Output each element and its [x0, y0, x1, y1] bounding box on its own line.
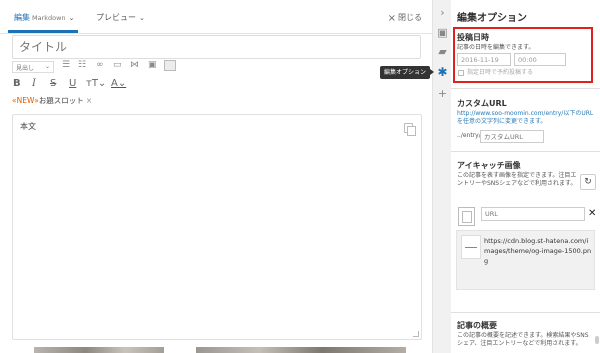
- editor-tabs: 編集 Markdown ⌄ プレビュー ⌄ × 閉じる: [0, 0, 432, 34]
- divider: [451, 151, 600, 152]
- panel-title: 編集オプション: [457, 13, 527, 24]
- custom-url-prefix: ../entry/: [457, 132, 481, 139]
- background-image: [34, 347, 164, 353]
- bold-icon[interactable]: B: [13, 78, 21, 89]
- style-toolbar: B I S U тT⌄ A⌄: [12, 78, 212, 92]
- custom-url-description: http://www.soo-moomin.com/entry/以下のURLを任…: [457, 110, 594, 125]
- option-rail: › ▣ ▰ ✱ +: [432, 0, 451, 353]
- eyecatch-image-card[interactable]: https://cdn.blog.st-hatena.com/images/th…: [456, 230, 595, 290]
- code-icon[interactable]: ▣: [148, 60, 157, 70]
- link-icon[interactable]: ∞: [96, 60, 104, 70]
- numbered-list-icon[interactable]: ☷: [78, 60, 86, 70]
- text-color-icon[interactable]: A⌄: [111, 78, 126, 89]
- scrollbar[interactable]: [595, 336, 599, 344]
- active-tab-indicator: [8, 30, 78, 33]
- tab-edit[interactable]: 編集 Markdown ⌄: [14, 12, 74, 23]
- divider: [451, 88, 600, 89]
- image-icon[interactable]: ▭: [113, 60, 122, 70]
- eyecatch-url-input[interactable]: [481, 207, 585, 221]
- eyecatch-image-url: https://cdn.blog.st-hatena.com/images/th…: [484, 237, 592, 265]
- image-placeholder-icon: [458, 207, 475, 226]
- chevron-right-icon[interactable]: ›: [436, 6, 449, 19]
- summary-description: この記事の概要を記述できます。検索結果やSNSシェア、注目エントリーなどで利用さ…: [457, 332, 589, 347]
- divider: [451, 312, 600, 313]
- gear-icon[interactable]: ✱: [436, 66, 449, 79]
- preview-toggle-icon[interactable]: [164, 60, 176, 71]
- body-textarea[interactable]: 本文: [12, 114, 422, 340]
- keyword-text: お題スロット: [38, 96, 84, 105]
- copy-icon[interactable]: [404, 123, 416, 136]
- chevron-down-icon: ⌄: [139, 14, 145, 22]
- chevron-down-icon: ⌄: [44, 63, 50, 70]
- editor-pane: 編集Markdown⌄ プレビュー⌄ ×閉じる 見出し⌄ ☰ ☷ ∞ ▭ ⋈ ▣…: [0, 0, 432, 353]
- tab-edit-mode: Markdown: [32, 14, 66, 22]
- clear-icon[interactable]: ✕: [588, 208, 596, 219]
- image-thumbnail: [461, 235, 481, 259]
- close-label: 閉じる: [398, 13, 422, 22]
- strikethrough-icon[interactable]: S: [50, 78, 56, 89]
- resize-handle[interactable]: [413, 331, 419, 337]
- close-button[interactable]: × 閉じる: [387, 12, 422, 24]
- custom-url-input[interactable]: [480, 130, 544, 143]
- preview-device-icon[interactable]: ▣: [436, 26, 449, 39]
- title-input[interactable]: [12, 35, 421, 59]
- bullet-list-icon[interactable]: ☰: [62, 60, 70, 70]
- heading-select-value: 見出し: [16, 65, 35, 72]
- eyecatch-description: この記事を表す画像を指定できます。注目エントリーやSNSシェアなどで利用されます…: [457, 172, 577, 187]
- italic-icon[interactable]: I: [32, 78, 36, 89]
- eyecatch-heading: アイキャッチ画像: [457, 161, 521, 170]
- body-placeholder: 本文: [20, 122, 36, 131]
- highlight-box: [453, 27, 593, 83]
- remove-keyword-icon[interactable]: ×: [86, 96, 92, 105]
- tab-preview[interactable]: プレビュー ⌄: [96, 12, 145, 23]
- plus-icon[interactable]: +: [436, 87, 449, 100]
- format-toolbar: 見出し⌄ ☰ ☷ ∞ ▭ ⋈ ▣ ❝: [12, 60, 432, 74]
- folder-icon[interactable]: ▰: [436, 45, 449, 58]
- font-size-icon[interactable]: тT⌄: [86, 78, 106, 89]
- heading-select[interactable]: 見出し ⌄: [12, 61, 54, 73]
- underline-icon[interactable]: U: [69, 78, 76, 89]
- background-image: [196, 347, 406, 353]
- custom-url-heading: カスタムURL: [457, 99, 507, 108]
- embed-icon[interactable]: ⋈: [130, 60, 139, 70]
- tab-preview-label: プレビュー: [96, 13, 136, 22]
- tooltip: 編集オプション: [380, 66, 435, 79]
- page-background: [0, 344, 432, 353]
- tab-edit-label: 編集: [14, 13, 30, 22]
- chevron-down-icon: ⌄: [68, 14, 75, 22]
- keyword-slot[interactable]: «NEW»お題スロット ×: [12, 95, 420, 107]
- new-badge: «NEW»: [12, 96, 39, 105]
- close-icon: ×: [387, 13, 396, 24]
- reload-icon[interactable]: ↻: [580, 174, 596, 190]
- summary-heading: 記事の概要: [457, 321, 497, 330]
